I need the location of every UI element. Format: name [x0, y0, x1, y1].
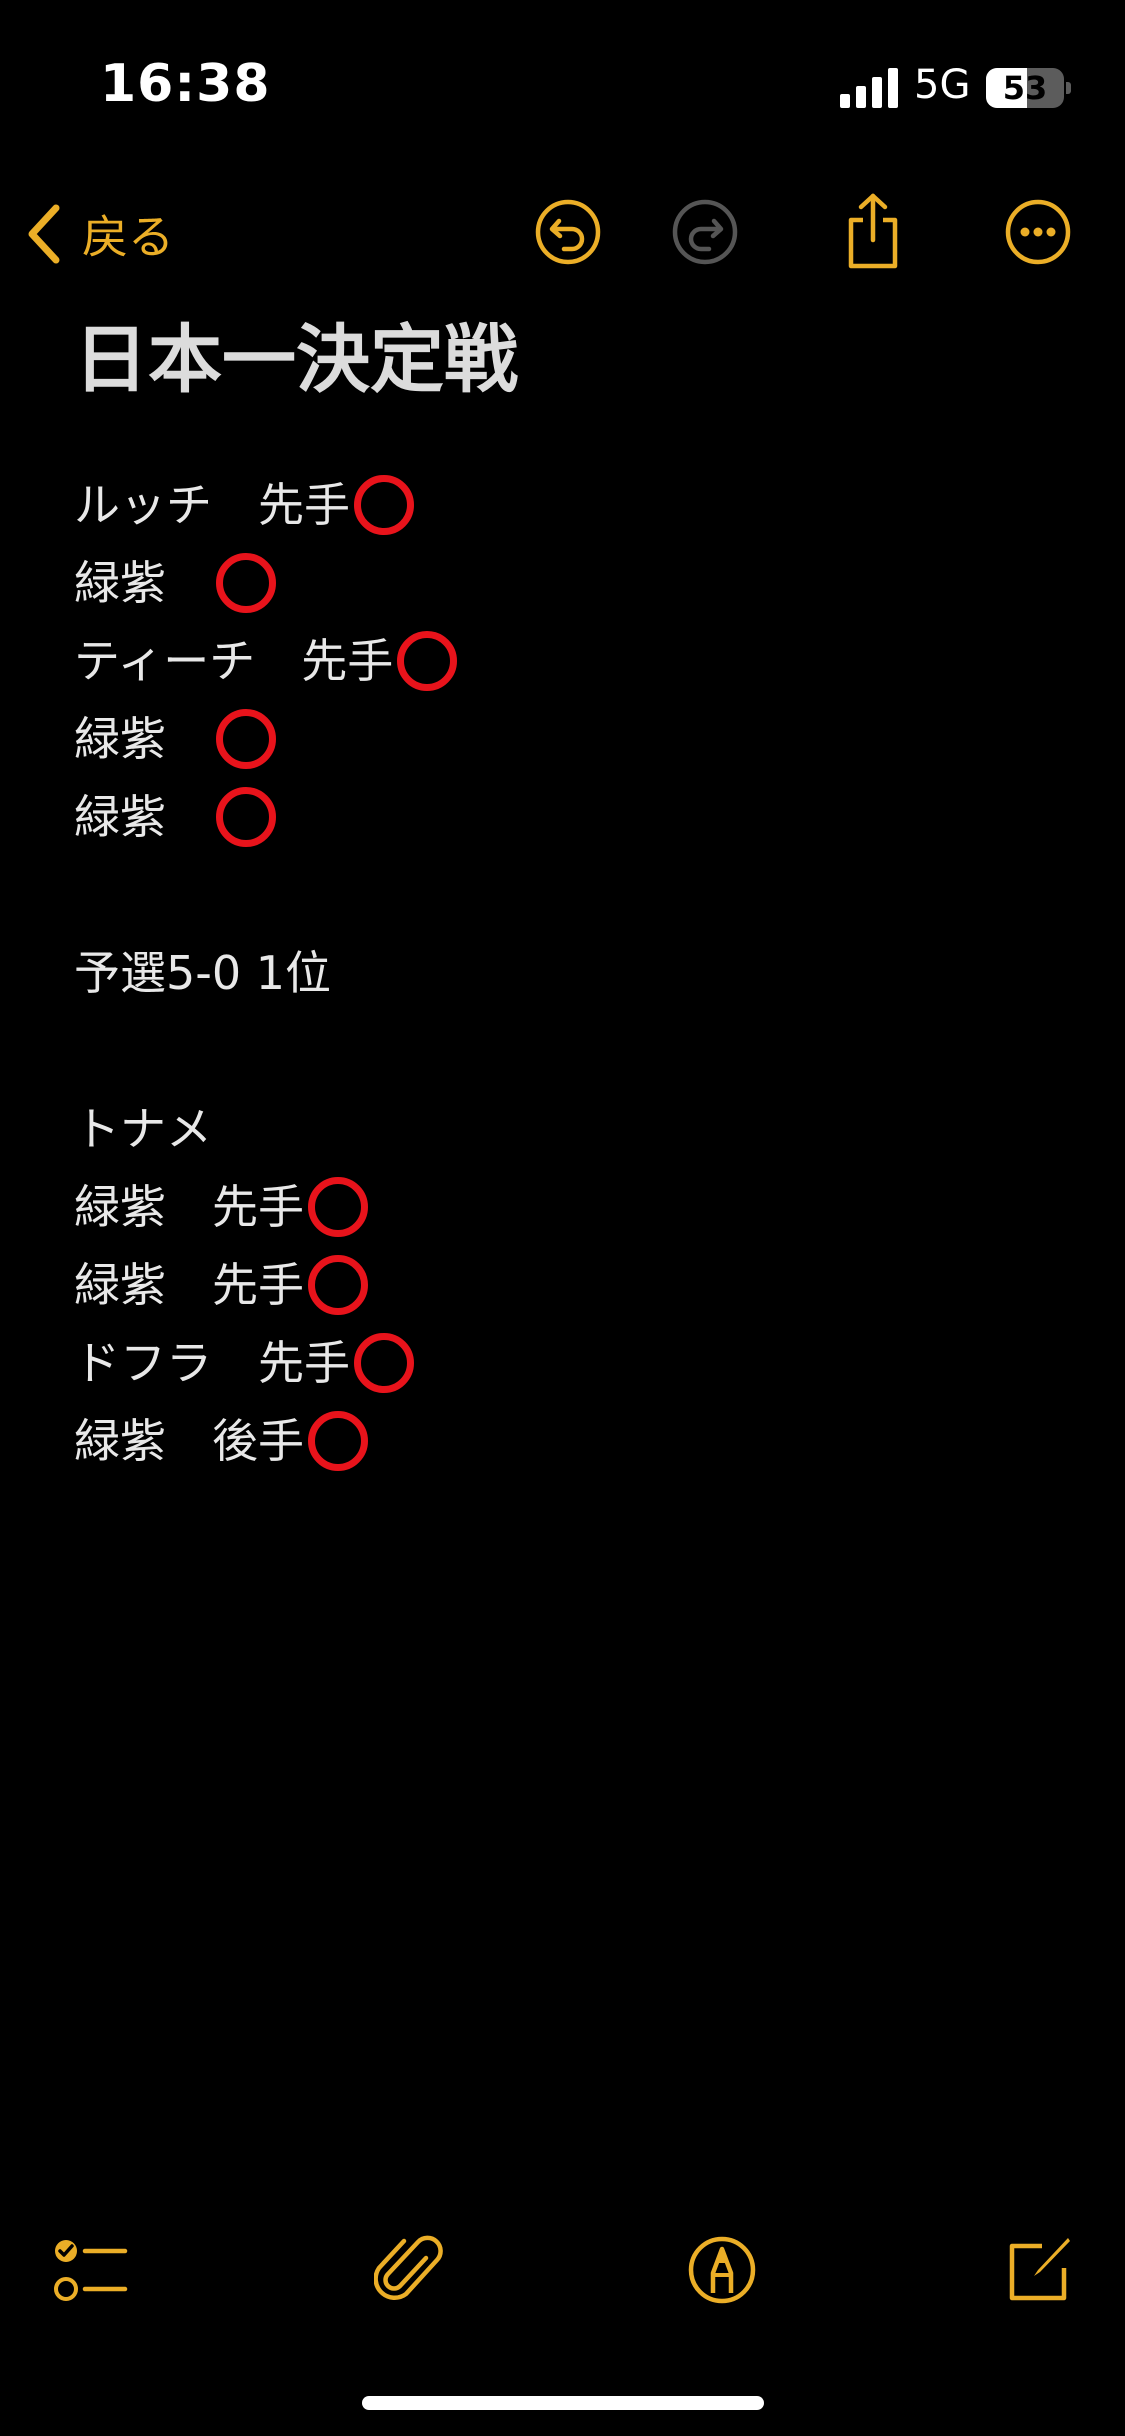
status-bar: 16:38 5G 53 [0, 0, 1125, 170]
red-circle-icon [308, 1177, 368, 1237]
checklist-icon [54, 2240, 128, 2301]
note-line[interactable]: ルッチ 先手 [74, 466, 1074, 544]
note-line[interactable]: 緑紫 [74, 700, 1074, 778]
compose-icon [1009, 2238, 1070, 2301]
note-line-text: ルッチ 先手 [74, 478, 350, 532]
status-time: 16:38 [100, 54, 271, 114]
compose-button[interactable] [983, 2220, 1093, 2320]
note-line[interactable]: 緑紫 後手 [74, 1402, 1074, 1480]
more-button[interactable] [988, 182, 1088, 282]
checklist-button[interactable] [36, 2220, 146, 2320]
undo-button[interactable] [518, 182, 618, 282]
red-circle-icon [308, 1255, 368, 1315]
red-circle-icon [397, 631, 458, 691]
red-circle-icon [354, 1333, 414, 1393]
note-line[interactable]: ドフラ 先手 [74, 1324, 1074, 1402]
note-line-text: 緑紫 先手 [74, 1258, 304, 1312]
note-title[interactable]: 日本一決定戦 [74, 310, 1074, 410]
attachment-button[interactable] [354, 2220, 464, 2320]
note-line-text: 緑紫 [74, 790, 212, 844]
nav-bar: 戻る [0, 170, 1125, 300]
red-circle-icon [216, 553, 276, 613]
red-circle-icon [216, 709, 276, 769]
note-line[interactable]: ティーチ 先手 [74, 622, 1074, 700]
note-body[interactable]: 日本一決定戦 ルッチ 先手 緑紫 ティーチ 先手 緑紫 緑紫 予選5-0 1位 トナメ… [74, 300, 1074, 1480]
note-line-text: 緑紫 [74, 712, 212, 766]
back-label: 戻る [82, 210, 174, 264]
battery-icon: 53 [986, 68, 1071, 108]
note-line-text: 緑紫 先手 [74, 1180, 304, 1234]
redo-icon [672, 199, 738, 265]
home-indicator[interactable] [362, 2396, 764, 2410]
markup-button[interactable] [667, 2220, 777, 2320]
note-line[interactable]: 緑紫 [74, 544, 1074, 622]
note-line-text: ドフラ 先手 [74, 1336, 350, 1390]
red-circle-icon [308, 1411, 368, 1471]
battery-percent: 53 [1002, 69, 1048, 107]
network-type: 5G [914, 62, 971, 108]
chevron-left-icon [28, 204, 60, 264]
more-icon [1005, 199, 1071, 265]
note-line-text: ティーチ 先手 [74, 634, 394, 688]
markup-icon [688, 2236, 756, 2304]
share-button[interactable] [823, 182, 923, 282]
note-line[interactable] [74, 856, 1074, 934]
note-lines: ルッチ 先手 緑紫 ティーチ 先手 緑紫 緑紫 予選5-0 1位 トナメ 緑紫 先手 緑紫… [74, 466, 1074, 1480]
bottom-toolbar [0, 2220, 1125, 2320]
red-circle-icon [216, 787, 276, 847]
note-line[interactable]: 緑紫 [74, 778, 1074, 856]
note-line-text: 緑紫 [74, 556, 212, 610]
note-line[interactable] [74, 1012, 1074, 1090]
note-line[interactable]: 緑紫 先手 [74, 1168, 1074, 1246]
note-line-text: 緑紫 後手 [74, 1414, 304, 1468]
note-line-text: トナメ [74, 1102, 212, 1156]
attachment-icon [374, 2235, 443, 2300]
note-line[interactable]: トナメ [74, 1090, 1074, 1168]
cellular-signal-icon [840, 68, 898, 108]
share-icon [848, 193, 898, 269]
back-button[interactable]: 戻る [24, 184, 174, 284]
undo-icon [535, 199, 601, 265]
note-line-text: 予選5-0 1位 [74, 946, 332, 1000]
note-line[interactable]: 緑紫 先手 [74, 1246, 1074, 1324]
redo-button[interactable] [655, 182, 755, 282]
note-line[interactable]: 予選5-0 1位 [74, 934, 1074, 1012]
red-circle-icon [354, 475, 414, 535]
